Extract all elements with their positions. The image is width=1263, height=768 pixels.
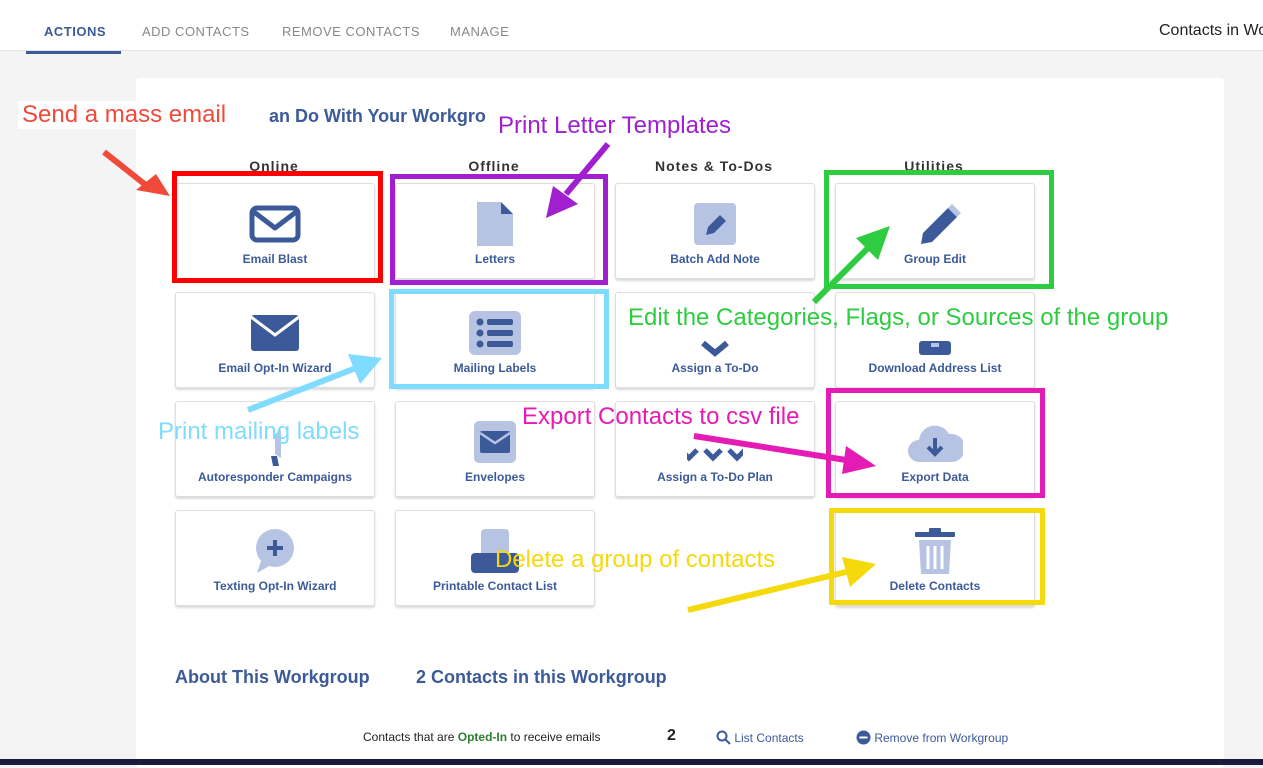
annotation-edit-categories: Edit the Categories, Flags, or Sources o…	[628, 304, 1169, 331]
annotation-delete-group: Delete a group of contacts	[495, 546, 776, 573]
annotation-send-mass-email: Send a mass email	[18, 101, 231, 129]
annotation-print-mailing-labels: Print mailing labels	[158, 418, 360, 445]
annotation-export-contacts: Export Contacts to csv file	[522, 403, 800, 430]
annotation-print-letter-templates: Print Letter Templates	[498, 112, 732, 139]
